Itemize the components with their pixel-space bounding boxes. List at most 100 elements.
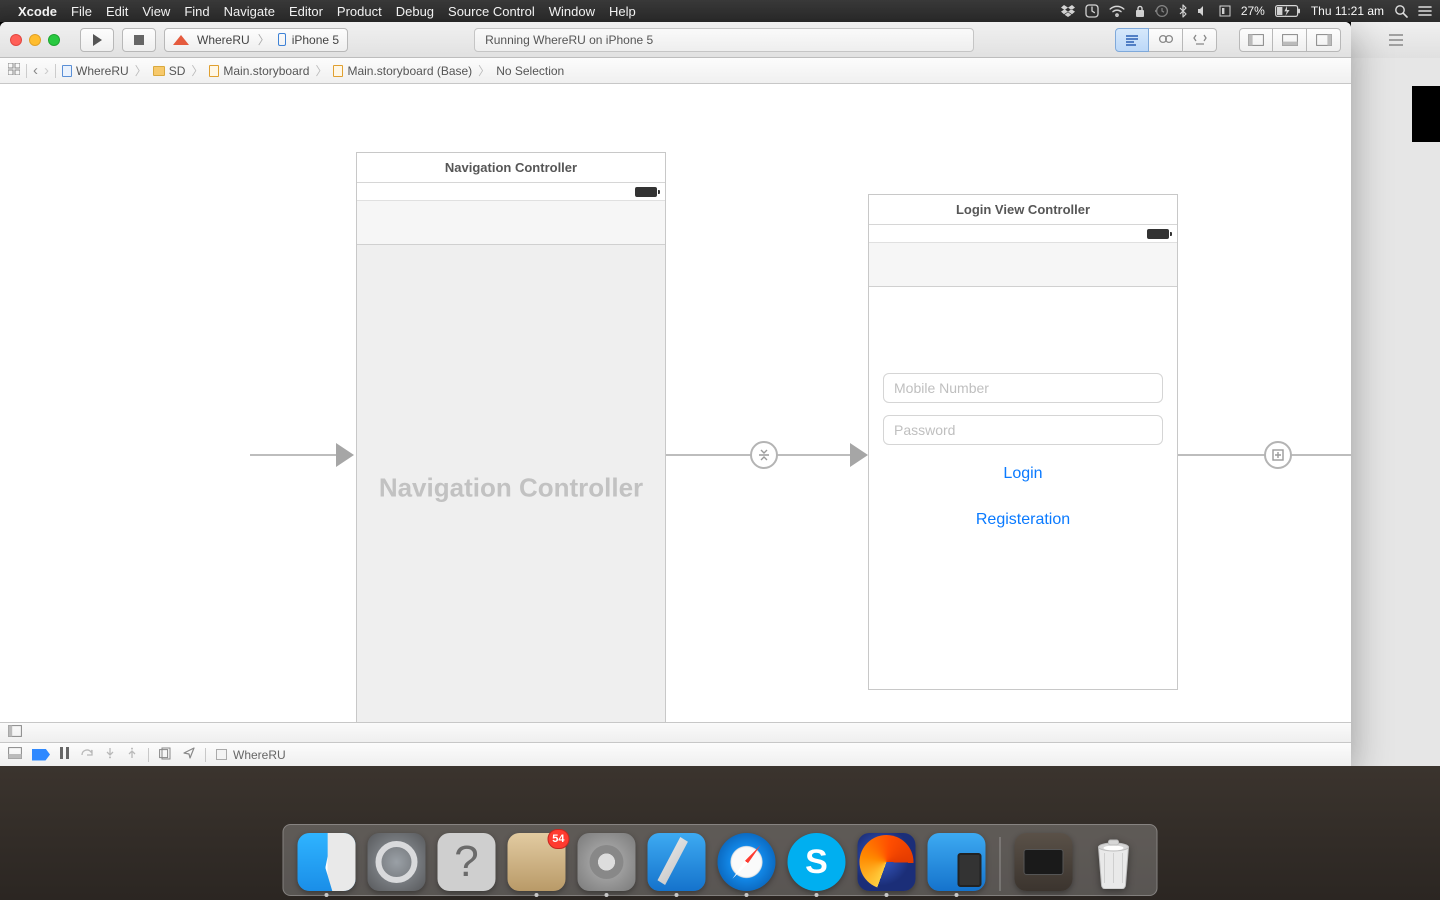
menu-editor[interactable]: Editor bbox=[289, 4, 323, 19]
version-editor-button[interactable] bbox=[1183, 28, 1217, 52]
arrowhead-icon bbox=[850, 443, 868, 467]
run-button[interactable] bbox=[80, 28, 114, 52]
xcode-window: WhereRU 〉 iPhone 5 Running WhereRU on iP… bbox=[0, 22, 1351, 766]
dock-trash[interactable] bbox=[1085, 833, 1143, 891]
segue-show-icon[interactable] bbox=[1264, 441, 1292, 469]
dock-folder[interactable] bbox=[1015, 833, 1073, 891]
lock-icon[interactable] bbox=[1135, 5, 1145, 18]
canvas-footer bbox=[0, 722, 1351, 742]
dock-finder[interactable] bbox=[298, 833, 356, 891]
window-zoom-button[interactable] bbox=[48, 34, 60, 46]
menu-help[interactable]: Help bbox=[609, 4, 636, 19]
step-into-icon[interactable] bbox=[104, 747, 116, 762]
forward-button[interactable]: › bbox=[44, 62, 49, 79]
phone-icon bbox=[278, 33, 286, 46]
jump-bar: ‹ › WhereRU〉 SD〉 Main.storyboard〉 Main.s… bbox=[0, 58, 1351, 84]
login-button[interactable]: Login bbox=[869, 465, 1177, 483]
registration-button[interactable]: Registeration bbox=[869, 511, 1177, 529]
notification-center-icon[interactable] bbox=[1418, 5, 1432, 17]
dock-mail[interactable]: 54 bbox=[508, 833, 566, 891]
segue-relationship-icon[interactable] bbox=[750, 441, 778, 469]
app-menu[interactable]: Xcode bbox=[18, 4, 57, 19]
back-button[interactable]: ‹ bbox=[33, 62, 38, 79]
battery-icon[interactable] bbox=[1275, 5, 1301, 17]
storyboard-icon bbox=[333, 65, 343, 77]
crumb-folder[interactable]: SD bbox=[153, 64, 186, 78]
hide-debug-icon[interactable] bbox=[8, 747, 22, 762]
wifi-icon[interactable] bbox=[1109, 5, 1125, 17]
menu-view[interactable]: View bbox=[142, 4, 170, 19]
arrowhead-icon bbox=[336, 443, 354, 467]
dock-help[interactable]: ? bbox=[438, 833, 496, 891]
menu-file[interactable]: File bbox=[71, 4, 92, 19]
crumb-noselection[interactable]: No Selection bbox=[496, 64, 564, 78]
dock-xcode[interactable] bbox=[648, 833, 706, 891]
macos-menubar: Xcode File Edit View Find Navigate Edito… bbox=[0, 0, 1440, 22]
dock-firefox[interactable] bbox=[858, 833, 916, 891]
scheme-project-label: WhereRU bbox=[197, 33, 250, 47]
navigation-bar[interactable] bbox=[869, 243, 1177, 287]
spotlight-icon[interactable] bbox=[1394, 4, 1408, 18]
panel-toggle-group bbox=[1239, 28, 1341, 52]
menu-navigate[interactable]: Navigate bbox=[224, 4, 275, 19]
crumb-project[interactable]: WhereRU bbox=[62, 64, 129, 78]
dock-launchpad[interactable] bbox=[368, 833, 426, 891]
crumb-storyboard[interactable]: Main.storyboard bbox=[209, 64, 309, 78]
timer-icon[interactable] bbox=[1085, 4, 1099, 18]
outline-toggle-icon[interactable] bbox=[8, 724, 22, 742]
pause-icon[interactable] bbox=[60, 747, 70, 762]
bluetooth-icon[interactable] bbox=[1179, 4, 1187, 18]
related-items-icon[interactable] bbox=[8, 63, 20, 78]
assistant-editor-button[interactable] bbox=[1149, 28, 1183, 52]
process-selector[interactable]: WhereRU bbox=[216, 748, 286, 762]
scene-login-view-controller[interactable]: Login View Controller Mobile Number Pass… bbox=[868, 194, 1178, 690]
process-icon bbox=[216, 749, 227, 760]
dock-skype[interactable]: S bbox=[788, 833, 846, 891]
dock-safari[interactable] bbox=[718, 833, 776, 891]
dock-xcode-device[interactable] bbox=[928, 833, 986, 891]
mail-badge: 54 bbox=[547, 829, 569, 849]
placeholder-text: Navigation Controller bbox=[379, 473, 643, 504]
toggle-debug-button[interactable] bbox=[1273, 28, 1307, 52]
window-close-button[interactable] bbox=[10, 34, 22, 46]
storyboard-icon bbox=[209, 65, 219, 77]
clock-text[interactable]: Thu 11:21 am bbox=[1311, 4, 1384, 18]
menu-debug[interactable]: Debug bbox=[396, 4, 434, 19]
step-over-icon[interactable] bbox=[80, 747, 94, 762]
scheme-device-label: iPhone 5 bbox=[292, 33, 339, 47]
folder-icon bbox=[153, 66, 165, 76]
battery-menu-icon[interactable] bbox=[1219, 5, 1231, 17]
dock-divider bbox=[1000, 837, 1001, 891]
storyboard-canvas[interactable]: Navigation Controller Navigation Control… bbox=[0, 84, 1351, 742]
location-icon[interactable] bbox=[183, 747, 195, 762]
project-icon bbox=[173, 35, 189, 45]
xcode-toolbar: WhereRU 〉 iPhone 5 Running WhereRU on iP… bbox=[0, 22, 1351, 58]
stop-button[interactable] bbox=[122, 28, 156, 52]
toggle-utilities-button[interactable] bbox=[1307, 28, 1341, 52]
volume-icon[interactable] bbox=[1197, 5, 1209, 17]
toggle-navigator-button[interactable] bbox=[1239, 28, 1273, 52]
password-field[interactable]: Password bbox=[883, 415, 1163, 445]
menu-window[interactable]: Window bbox=[549, 4, 595, 19]
menu-product[interactable]: Product bbox=[337, 4, 382, 19]
menu-sourcecontrol[interactable]: Source Control bbox=[448, 4, 535, 19]
project-doc-icon bbox=[62, 65, 72, 77]
view-debug-icon[interactable] bbox=[159, 747, 173, 763]
chevron-right-icon: 〉 bbox=[258, 31, 270, 48]
timemachine-icon[interactable] bbox=[1155, 4, 1169, 18]
mobile-number-field[interactable]: Mobile Number bbox=[883, 373, 1163, 403]
step-out-icon[interactable] bbox=[126, 747, 138, 762]
dropbox-icon[interactable] bbox=[1061, 5, 1075, 17]
initial-arrow bbox=[250, 454, 338, 456]
menu-find[interactable]: Find bbox=[184, 4, 209, 19]
breakpoint-toggle[interactable] bbox=[32, 749, 50, 761]
scene-navigation-controller[interactable]: Navigation Controller Navigation Control… bbox=[356, 152, 666, 732]
standard-editor-button[interactable] bbox=[1115, 28, 1149, 52]
menu-edit[interactable]: Edit bbox=[106, 4, 128, 19]
scheme-selector[interactable]: WhereRU 〉 iPhone 5 bbox=[164, 28, 348, 52]
navigation-bar[interactable] bbox=[357, 201, 665, 245]
crumb-storyboard-base[interactable]: Main.storyboard (Base) bbox=[333, 64, 472, 78]
dock-system-preferences[interactable] bbox=[578, 833, 636, 891]
editor-mode-group bbox=[1115, 28, 1217, 52]
window-minimize-button[interactable] bbox=[29, 34, 41, 46]
